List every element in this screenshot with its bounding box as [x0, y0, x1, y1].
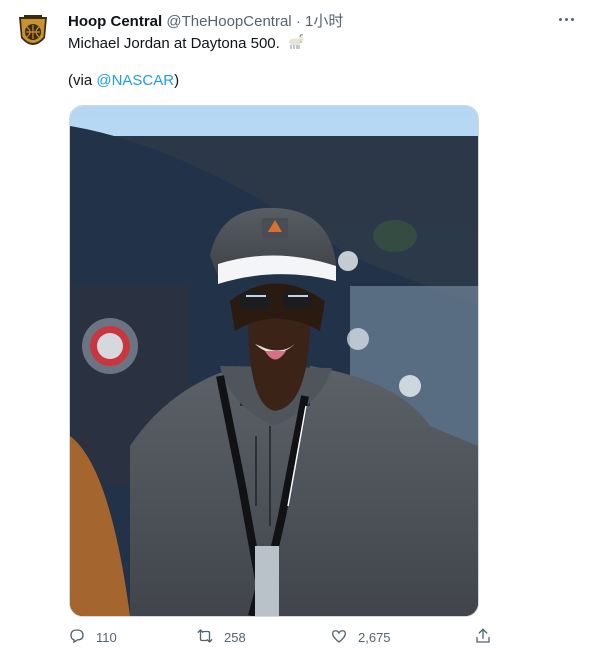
retweet-icon: [196, 627, 214, 648]
author-name[interactable]: Hoop Central: [68, 13, 162, 30]
like-count: 2,675: [358, 629, 391, 645]
tweet-text-via: (via @NASCAR): [68, 72, 179, 89]
reply-count: 110: [96, 629, 117, 645]
tweet[interactable]: Hoop Central @TheHoopCentral · 1小时 Micha…: [0, 0, 598, 652]
like-icon: [330, 627, 348, 648]
share-icon: [474, 627, 492, 648]
share-button[interactable]: [474, 626, 492, 648]
tweet-text: Michael Jordan at Daytona 500.: [68, 34, 280, 52]
team-logo-icon[interactable]: [16, 14, 50, 54]
more-dots-icon[interactable]: [554, 10, 578, 28]
tweet-header: Hoop Central @TheHoopCentral · 1小时: [68, 10, 538, 30]
via-suffix: ): [174, 72, 180, 89]
like-button[interactable]: 2,675: [330, 626, 391, 648]
tweet-photo[interactable]: [69, 105, 479, 617]
author-handle[interactable]: @TheHoopCentral: [166, 13, 291, 30]
retweet-button[interactable]: 258: [196, 626, 246, 648]
nascar-mention-link[interactable]: @NASCAR: [96, 72, 174, 89]
separator-dot: ·: [295, 13, 301, 30]
action-bar: 110 258 2,675: [68, 626, 498, 648]
tweet-time[interactable]: 1小时: [305, 13, 343, 30]
goat-icon: [286, 34, 306, 54]
tweet-text-line1: Michael Jordan at Daytona 500.: [68, 34, 306, 54]
retweet-count: 258: [224, 629, 246, 645]
reply-icon: [68, 627, 86, 648]
reply-button[interactable]: 110: [68, 626, 117, 648]
via-prefix: (via: [68, 72, 97, 89]
